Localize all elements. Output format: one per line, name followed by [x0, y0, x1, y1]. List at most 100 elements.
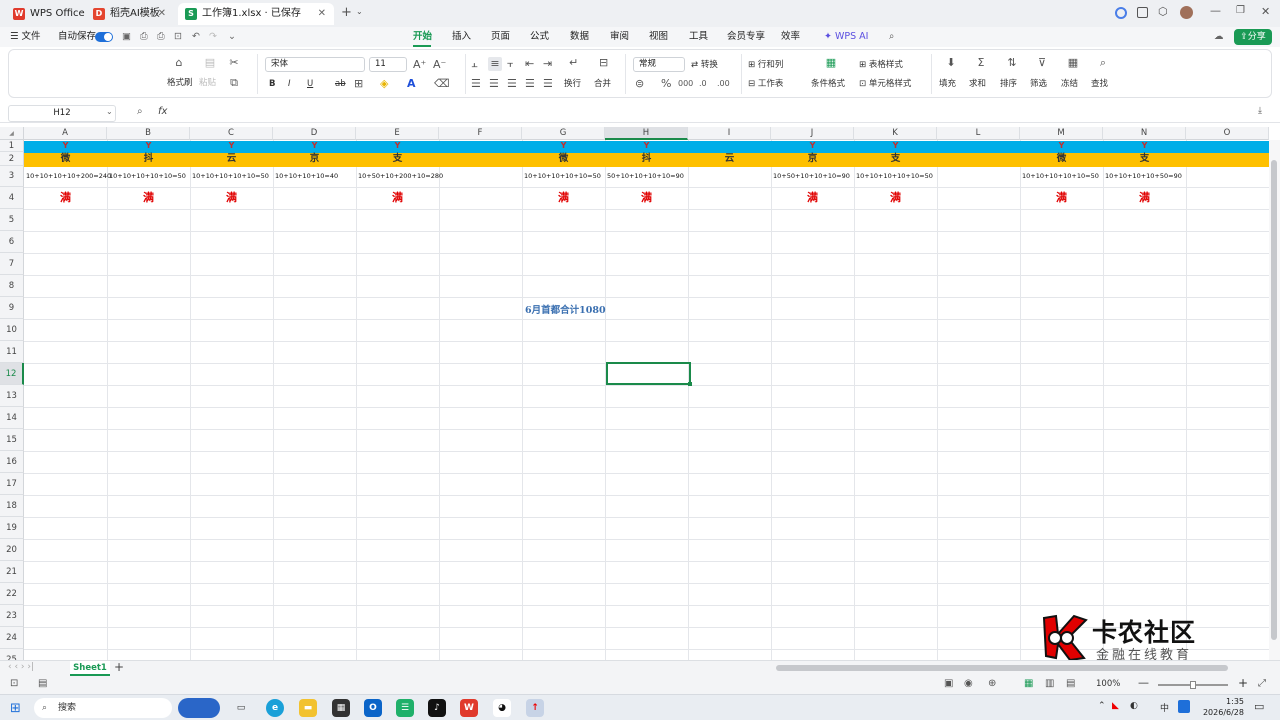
- column-header-e[interactable]: E: [356, 127, 439, 140]
- more-quick-icon[interactable]: ⌄: [228, 30, 236, 44]
- tab-page[interactable]: 页面: [491, 30, 510, 44]
- align-top-icon[interactable]: ⫠: [471, 57, 478, 71]
- cell-row2-a[interactable]: 微: [24, 152, 107, 166]
- restore-icon[interactable]: ❐: [1236, 5, 1245, 16]
- row-header-25[interactable]: 25: [0, 649, 24, 660]
- doc-info-icon[interactable]: ▤: [38, 678, 47, 689]
- row-header-16[interactable]: 16: [0, 451, 24, 473]
- border-icon[interactable]: ⊞: [354, 77, 363, 91]
- row-header-15[interactable]: 15: [0, 429, 24, 451]
- print-icon[interactable]: ⎙: [157, 30, 165, 44]
- cell-row4-e[interactable]: 满: [356, 187, 439, 209]
- print-preview-icon[interactable]: ⊡: [174, 30, 182, 44]
- cell-row3-n[interactable]: 10+10+10+10+50=90: [1103, 166, 1182, 187]
- wrap-text-icon[interactable]: ↵: [569, 56, 578, 70]
- tab-wps-ai[interactable]: ✦ WPS AI: [824, 30, 868, 44]
- cell-row1-j[interactable]: Y: [771, 140, 854, 152]
- cell-row3-m[interactable]: 10+10+10+10+10=50: [1020, 166, 1099, 187]
- tab-home[interactable]: 开始: [413, 30, 432, 44]
- formula-input[interactable]: [178, 105, 1248, 122]
- function-icon[interactable]: fx: [158, 106, 167, 117]
- decrease-font-icon[interactable]: A⁻: [433, 58, 446, 72]
- cell-row2-e[interactable]: 支: [356, 152, 439, 166]
- sort-icon[interactable]: ⇅: [1004, 56, 1020, 70]
- cell-row3-j[interactable]: 10+50+10+10+10=90: [771, 166, 850, 187]
- ime-indicator[interactable]: 中: [1160, 701, 1169, 714]
- underline-button[interactable]: U: [307, 78, 313, 90]
- share-button[interactable]: ⇪分享: [1234, 29, 1272, 45]
- sheet-nav-icon[interactable]: ‹ ‹ › ›|: [8, 662, 34, 672]
- save-icon[interactable]: ▣: [122, 30, 131, 44]
- close-tab-icon[interactable]: ✕: [158, 3, 166, 25]
- sheet-tab-sheet1[interactable]: Sheet1: [70, 661, 110, 676]
- increase-decimal-icon[interactable]: .0: [699, 77, 707, 91]
- active-cell-h12[interactable]: [606, 362, 691, 385]
- edge-icon[interactable]: e: [266, 699, 284, 717]
- zoom-out-icon[interactable]: —: [1138, 676, 1149, 689]
- row-header-10[interactable]: 10: [0, 319, 24, 341]
- column-header-h[interactable]: H: [605, 127, 688, 140]
- fill-handle[interactable]: [688, 382, 692, 386]
- sum-icon[interactable]: Σ: [973, 56, 989, 70]
- worksheet-button[interactable]: ⊟ 工作表: [748, 78, 783, 90]
- cell-row3-k[interactable]: 10+10+10+10+10=50: [854, 166, 933, 187]
- find-button[interactable]: 查找: [1091, 78, 1108, 90]
- window-layout-icon[interactable]: [1137, 7, 1148, 18]
- cloud-icon[interactable]: ☁: [1214, 30, 1224, 44]
- fill-button[interactable]: 填充: [939, 78, 956, 90]
- cell-row2-m[interactable]: 微: [1020, 152, 1103, 166]
- row-header-9[interactable]: 9: [0, 297, 24, 319]
- number-format-select[interactable]: 常规: [633, 57, 685, 72]
- cell-row1-h[interactable]: Y: [605, 140, 688, 152]
- row-header-5[interactable]: 5: [0, 209, 24, 231]
- tab-formula[interactable]: 公式: [530, 30, 549, 44]
- cell-row3-b[interactable]: 10+10+10+10+10=50: [107, 166, 186, 187]
- cell-row4-n[interactable]: 满: [1103, 187, 1186, 209]
- add-sheet-button[interactable]: +: [114, 660, 124, 674]
- format-painter-icon[interactable]: ⌂: [171, 56, 187, 70]
- percent-icon[interactable]: %: [661, 77, 671, 91]
- cell-row1-c[interactable]: Y: [190, 140, 273, 152]
- cell-row4-b[interactable]: 满: [107, 187, 190, 209]
- undo-icon[interactable]: ↶: [192, 30, 200, 44]
- chevron-down-icon[interactable]: ⌄: [106, 107, 113, 116]
- tab-data[interactable]: 数据: [570, 30, 589, 44]
- column-header-f[interactable]: F: [439, 127, 522, 140]
- row-header-20[interactable]: 20: [0, 539, 24, 561]
- row-header-21[interactable]: 21: [0, 561, 24, 583]
- cell-row3-d[interactable]: 10+10+10+10=40: [273, 166, 338, 187]
- cell-row2-i[interactable]: 云: [688, 152, 771, 166]
- column-header-b[interactable]: B: [107, 127, 190, 140]
- tab-review[interactable]: 审阅: [610, 30, 629, 44]
- tiktok-icon[interactable]: ♪: [428, 699, 446, 717]
- cell-row1-b[interactable]: Y: [107, 140, 190, 152]
- name-box[interactable]: H12: [8, 105, 116, 122]
- row-header-2[interactable]: 2: [0, 152, 24, 166]
- cell-row3-h[interactable]: 50+10+10+10+10=90: [605, 166, 684, 187]
- row-header-8[interactable]: 8: [0, 275, 24, 297]
- widget-icon[interactable]: [178, 698, 220, 718]
- notification-icon[interactable]: ▭: [1254, 700, 1264, 713]
- freeze-icon[interactable]: ▦: [1065, 56, 1081, 70]
- justify-icon[interactable]: ☰: [525, 77, 535, 91]
- select-all-corner[interactable]: ◢: [0, 127, 24, 140]
- row-header-3[interactable]: 3: [0, 166, 24, 187]
- cell-row2-c[interactable]: 云: [190, 152, 273, 166]
- column-header-i[interactable]: I: [688, 127, 771, 140]
- tab-view[interactable]: 视图: [649, 30, 668, 44]
- avatar[interactable]: [1180, 6, 1193, 19]
- column-header-o[interactable]: O: [1186, 127, 1269, 140]
- row-header-24[interactable]: 24: [0, 627, 24, 649]
- sort-button[interactable]: 排序: [1000, 78, 1017, 90]
- wps-taskbar-icon[interactable]: W: [460, 699, 478, 717]
- row-header-4[interactable]: 4: [0, 187, 24, 209]
- row-header-12[interactable]: 12: [0, 363, 24, 385]
- tab-daoke-templates[interactable]: D 稻壳AI模板 ✕: [86, 3, 174, 25]
- cell-row4-j[interactable]: 满: [771, 187, 854, 209]
- close-tab-icon[interactable]: ✕: [318, 3, 326, 25]
- volume-icon[interactable]: ◐: [1130, 701, 1138, 711]
- column-header-g[interactable]: G: [522, 127, 605, 140]
- new-tab-icon[interactable]: +: [341, 5, 352, 20]
- font-color-icon[interactable]: A: [407, 77, 416, 91]
- align-bottom-icon[interactable]: ⫟: [507, 57, 514, 71]
